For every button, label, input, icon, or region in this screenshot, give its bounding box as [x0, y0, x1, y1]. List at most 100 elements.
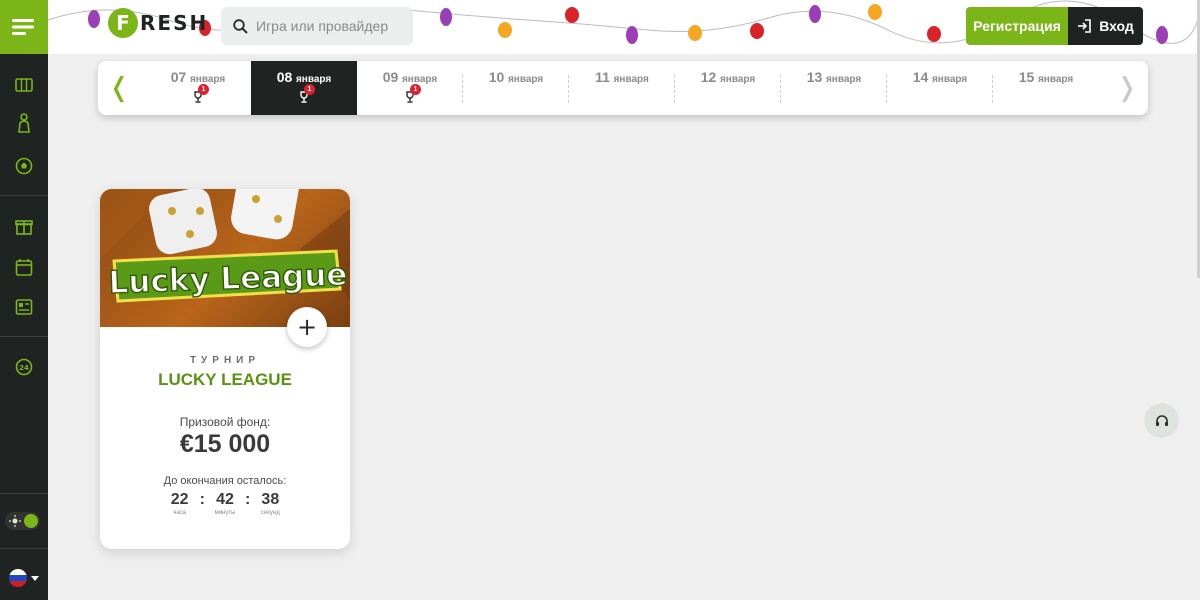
count-badge: 1 [198, 84, 209, 95]
sidebar-divider [0, 548, 48, 549]
date-label: 11 января [595, 69, 649, 85]
trophy-icon: 1 [192, 84, 209, 103]
sidebar-item-support[interactable]: 24 [0, 352, 48, 382]
svg-text:24: 24 [19, 364, 29, 372]
timer-seconds: 38 секунд [256, 491, 284, 516]
date-day: 14 [912, 69, 929, 85]
tournament-card[interactable]: Lucky League + ТУРНИР LUCKY LEAGUE Призо… [100, 189, 350, 549]
date-label: 12 января [701, 69, 755, 85]
sidebar-item-bonuses[interactable] [0, 211, 48, 241]
search-icon [233, 18, 248, 34]
chevron-left-icon: ❬ [108, 73, 130, 103]
date-month: января [189, 74, 226, 85]
add-tournament-button[interactable]: + [287, 307, 327, 347]
calendar-icon [15, 259, 33, 276]
header: F RESH Регистрация Вход [48, 0, 1200, 54]
date-day: 09 [382, 69, 399, 85]
date-day: 12 [700, 69, 717, 85]
language-selector[interactable] [0, 560, 48, 596]
date-month: января [507, 74, 544, 85]
timer-unit: секунд [260, 510, 280, 516]
date-selector: ❬ 07 января 1 08 января 1 09 января 1 10 январ… [98, 61, 1148, 115]
date-label: 10 января [489, 69, 543, 85]
timer-value: 22 [170, 491, 189, 508]
trophy-icon: 1 [404, 84, 421, 103]
date-tab-15[interactable]: 15 января [993, 61, 1099, 115]
fresh-logo[interactable]: F RESH [108, 8, 208, 38]
login-icon [1078, 19, 1091, 33]
count-badge: 1 [304, 84, 315, 95]
news-icon [15, 299, 33, 315]
date-tab-11[interactable]: 11 января [569, 61, 675, 115]
tournament-name[interactable]: LUCKY LEAGUE [100, 370, 350, 390]
trophy-icon: 1 [298, 84, 315, 103]
logo-letter: F [108, 8, 138, 38]
gift-icon [15, 220, 33, 235]
support-chat-button[interactable] [1144, 403, 1179, 438]
date-label: 14 января [913, 69, 967, 85]
date-label: 15 января [1019, 69, 1073, 85]
support-24-icon: 24 [15, 358, 33, 376]
prize-label: Призовой фонд: [179, 415, 271, 429]
login-label: Вход [1099, 18, 1134, 34]
date-tab-13[interactable]: 13 января [781, 61, 887, 115]
date-month: января [613, 74, 649, 85]
banner-text: Lucky League [108, 257, 348, 301]
logo-text: RESH [140, 11, 209, 35]
live-casino-icon [18, 113, 30, 133]
headset-icon [1155, 414, 1168, 426]
dice-icon [149, 189, 299, 255]
russia-flag-icon [9, 569, 27, 587]
prize-amount: €15 000 [179, 430, 271, 458]
sun-icon [9, 515, 21, 527]
slots-icon [15, 78, 33, 92]
login-button[interactable]: Вход [1068, 7, 1143, 45]
timer-unit: минуты [214, 510, 236, 516]
date-month: января [401, 74, 438, 85]
date-month: января [719, 74, 756, 85]
menu-button[interactable] [0, 0, 48, 54]
count-badge: 1 [410, 84, 421, 95]
tournament-banner: Lucky League [100, 189, 350, 327]
sidebar-item-slots[interactable] [0, 70, 48, 100]
dice-banner-image: Lucky League [100, 189, 350, 303]
date-tab-09[interactable]: 09 января 1 [357, 61, 463, 115]
date-tab-14[interactable]: 14 января [887, 61, 993, 115]
date-day: 15 [1018, 69, 1035, 85]
sidebar-divider [0, 195, 48, 196]
remaining-label: До окончания осталось: [163, 475, 287, 487]
timer-minutes: 42 минуты [211, 491, 239, 516]
sports-icon [15, 157, 33, 175]
timer-unit: часа [173, 510, 187, 516]
sidebar-divider [0, 493, 48, 494]
date-month: января [931, 74, 968, 85]
timer-separator: : [245, 491, 251, 508]
sidebar-item-sports[interactable] [0, 151, 48, 181]
date-month: января [1037, 74, 1074, 85]
date-day: 10 [488, 69, 505, 85]
chevron-right-icon: ❭ [1116, 73, 1138, 103]
date-label: 09 января [383, 69, 437, 85]
date-label: 13 января [807, 69, 861, 85]
date-day: 08 [276, 69, 293, 85]
timer-separator: : [199, 491, 205, 508]
tournament-kind: ТУРНИР [189, 355, 261, 366]
date-tab-12[interactable]: 12 января [675, 61, 781, 115]
search-box[interactable] [221, 7, 413, 45]
theme-toggle[interactable] [5, 512, 40, 530]
timer-value: 42 [216, 491, 234, 508]
search-input[interactable] [256, 18, 406, 34]
sidebar-item-tournaments[interactable] [0, 252, 48, 282]
timer-hours: 22 часа [166, 491, 194, 516]
prev-dates-button[interactable]: ❬ [98, 61, 140, 115]
date-day: 07 [170, 69, 187, 85]
register-button[interactable]: Регистрация [966, 7, 1068, 45]
date-tab-10[interactable]: 10 января [463, 61, 569, 115]
date-tab-08[interactable]: 08 января 1 [251, 61, 357, 115]
timer-value: 38 [261, 491, 280, 508]
next-dates-button[interactable]: ❭ [1106, 61, 1148, 115]
sidebar-item-news[interactable] [0, 292, 48, 322]
toggle-knob [24, 514, 38, 528]
sidebar-item-live-casino[interactable] [0, 108, 48, 138]
date-tab-07[interactable]: 07 января 1 [145, 61, 251, 115]
